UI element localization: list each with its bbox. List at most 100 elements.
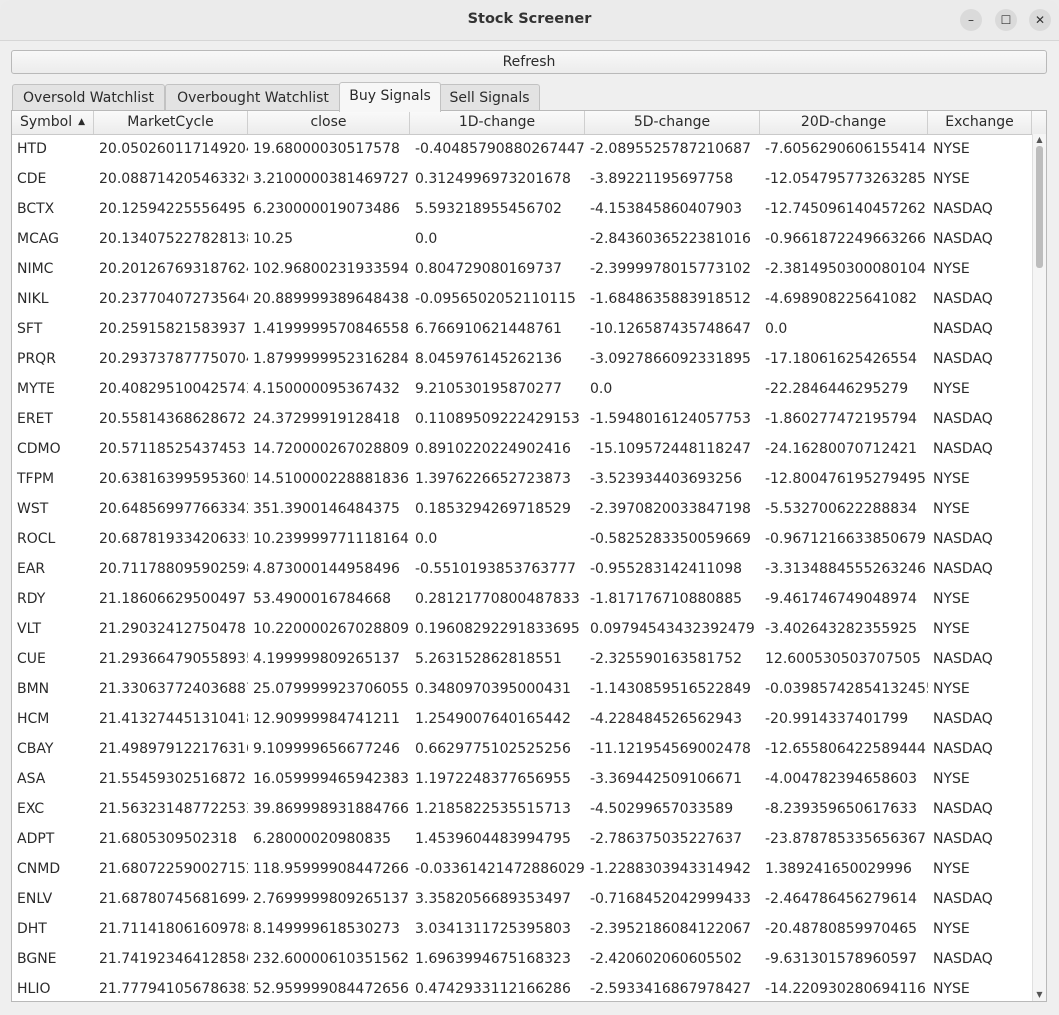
- cell-5d-change: -4.153845860407903: [590, 201, 743, 217]
- table-row[interactable]: ROCL 20.687819334206335 10.239999771118164…: [12, 524, 1032, 554]
- cell-20d-change: -2.464786456279614: [765, 891, 918, 907]
- cell-close: 12.90999984741211: [253, 711, 400, 727]
- cell-close: 351.3900146484375: [253, 501, 400, 517]
- cell-5d-change: -1.6848635883918512: [590, 291, 751, 307]
- cell-symbol: HLIO: [17, 981, 51, 997]
- cell-1d-change: 0.19608292291833695: [415, 621, 580, 637]
- cell-20d-change: -4.698908225641082: [765, 291, 918, 307]
- table-row[interactable]: NIKL 20.237704072735646 20.889999389648438…: [12, 284, 1032, 314]
- table-row[interactable]: PRQR 20.293737877750704 1.8799999952316284…: [12, 344, 1032, 374]
- cell-symbol: CNMD: [17, 861, 61, 877]
- table-row[interactable]: ENLV 21.687807456816994 2.7699999809265137…: [12, 884, 1032, 914]
- table-row[interactable]: HCM 21.413274451310418 12.90999984741211 1.…: [12, 704, 1032, 734]
- column-header-marketcycle[interactable]: MarketCycle: [94, 111, 248, 134]
- cell-symbol: CDMO: [17, 441, 61, 457]
- cell-symbol: ENLV: [17, 891, 53, 907]
- scroll-up-icon[interactable]: ▲: [1033, 134, 1046, 146]
- table-row[interactable]: HLIO 21.777941056786382 52.959999084472656…: [12, 974, 1032, 1001]
- cell-exchange: NASDAQ: [933, 711, 993, 727]
- cell-1d-change: 0.4742933112166286: [415, 981, 571, 997]
- table-row[interactable]: WST 20.648569977663342 351.3900146484375 0.…: [12, 494, 1032, 524]
- cell-close: 9.109999656677246: [253, 741, 400, 757]
- cell-1d-change: -0.5510193853763777: [415, 561, 576, 577]
- cell-exchange: NYSE: [933, 381, 970, 397]
- tab-buy-signals[interactable]: Buy Signals: [339, 82, 441, 112]
- minimize-icon[interactable]: –: [960, 9, 982, 31]
- cell-5d-change: -2.8436036522381016: [590, 231, 751, 247]
- cell-20d-change: -7.6056290606155414: [765, 141, 926, 157]
- refresh-button[interactable]: Refresh: [11, 50, 1047, 74]
- cell-symbol: WST: [17, 501, 49, 517]
- cell-20d-change: -8.239359650617633: [765, 801, 918, 817]
- cell-1d-change: 0.3124996973201678: [415, 171, 571, 187]
- table-row[interactable]: CUE 21.293664790558935 4.199999809265137 5.…: [12, 644, 1032, 674]
- column-header-1d-change[interactable]: 1D-change: [410, 111, 585, 134]
- cell-20d-change: -9.461746749048974: [765, 591, 918, 607]
- table-row[interactable]: BMN 21.330637724036887 25.079999923706055 0…: [12, 674, 1032, 704]
- window-title: Stock Screener: [467, 11, 592, 27]
- cell-close: 4.199999809265137: [253, 651, 400, 667]
- table-row[interactable]: CDE 20.088714205463326 3.2100000381469727 0…: [12, 164, 1032, 194]
- cell-20d-change: -1.860277472195794: [765, 411, 918, 427]
- table-row[interactable]: HTD 20.050260117149204 19.68000030517578 -0…: [12, 134, 1032, 164]
- cell-close: 6.28000020980835: [253, 831, 392, 847]
- table-row[interactable]: TFPM 20.638163995953605 14.510000228881836…: [12, 464, 1032, 494]
- maximize-icon[interactable]: ☐: [995, 9, 1017, 31]
- cell-1d-change: -0.033614214728860295: [415, 861, 585, 877]
- cell-5d-change: -4.50299657033589: [590, 801, 734, 817]
- cell-5d-change: -15.109572448118247: [590, 441, 751, 457]
- cell-1d-change: 1.2549007640165442: [415, 711, 571, 727]
- cell-1d-change: 3.0341311725395803: [415, 921, 571, 937]
- cell-5d-change: -1.817176710880885: [590, 591, 743, 607]
- table-row[interactable]: RDY 21.18606629500497 53.4900016784668 0.28…: [12, 584, 1032, 614]
- close-icon[interactable]: ✕: [1029, 9, 1051, 31]
- scrollbar-thumb[interactable]: [1036, 146, 1043, 268]
- cell-20d-change: -17.18061625426554: [765, 351, 918, 367]
- table-row[interactable]: ASA 21.55459302516872 16.059999465942383 1.…: [12, 764, 1032, 794]
- buy-signals-table: Symbol ▲ MarketCycle close 1D-change 5D-c…: [11, 110, 1047, 1002]
- cell-marketcycle: 21.680722590027152: [99, 861, 248, 877]
- cell-1d-change: -0.0956502052110115: [415, 291, 576, 307]
- column-header-symbol[interactable]: Symbol ▲: [12, 111, 94, 134]
- scroll-down-icon[interactable]: ▼: [1033, 989, 1046, 1001]
- cell-marketcycle: 20.55814368628672: [99, 411, 246, 427]
- cell-close: 10.239999771118164: [253, 531, 409, 547]
- table-row[interactable]: CBAY 21.498979122176316 9.109999656677246 0…: [12, 734, 1032, 764]
- cell-20d-change: 12.600530503707505: [765, 651, 921, 667]
- table-row[interactable]: CNMD 21.680722590027152 118.95999908447266…: [12, 854, 1032, 884]
- tab-overbought-watchlist[interactable]: Overbought Watchlist: [165, 84, 341, 111]
- table-row[interactable]: ADPT 21.6805309502318 6.28000020980835 1.45…: [12, 824, 1032, 854]
- column-header-20d-change[interactable]: 20D-change: [760, 111, 928, 134]
- table-row[interactable]: BCTX 20.12594225556495 6.230000019073486 5.…: [12, 194, 1032, 224]
- cell-20d-change: -12.655806422589444: [765, 741, 926, 757]
- cell-20d-change: -24.16280070712421: [765, 441, 918, 457]
- cell-5d-change: -1.5948016124057753: [590, 411, 751, 427]
- cell-20d-change: -23.878785335656367: [765, 831, 926, 847]
- column-header-exchange[interactable]: Exchange: [928, 111, 1032, 134]
- cell-1d-change: 9.210530195870277: [415, 381, 562, 397]
- cell-close: 52.959999084472656: [253, 981, 409, 997]
- cell-20d-change: -12.800476195279495: [765, 471, 926, 487]
- column-header-5d-change[interactable]: 5D-change: [585, 111, 760, 134]
- cell-close: 20.889999389648438: [253, 291, 409, 307]
- tab-sell-signals[interactable]: Sell Signals: [439, 84, 540, 111]
- cell-20d-change: -12.054795773263285: [765, 171, 926, 187]
- table-row[interactable]: EXC 21.563231487722533 39.869998931884766 1…: [12, 794, 1032, 824]
- table-row[interactable]: BGNE 21.741923464128586 232.60000610351562…: [12, 944, 1032, 974]
- table-row[interactable]: CDMO 20.57118525437453 14.720000267028809 0…: [12, 434, 1032, 464]
- tab-oversold-watchlist[interactable]: Oversold Watchlist: [12, 84, 165, 111]
- cell-exchange: NASDAQ: [933, 231, 993, 247]
- column-header-close[interactable]: close: [248, 111, 410, 134]
- table-row[interactable]: SFT 20.25915821583937 1.4199999570846558 6.…: [12, 314, 1032, 344]
- cell-exchange: NASDAQ: [933, 321, 993, 337]
- cell-exchange: NYSE: [933, 171, 970, 187]
- cell-close: 25.079999923706055: [253, 681, 409, 697]
- table-row[interactable]: NIMC 20.201267693187624 102.96800231933594…: [12, 254, 1032, 284]
- table-row[interactable]: MCAG 20.134075227828138 10.25 0.0 -2.8436036…: [12, 224, 1032, 254]
- table-row[interactable]: DHT 21.711418061609788 8.149999618530273 3.…: [12, 914, 1032, 944]
- table-row[interactable]: EAR 20.711788095902598 4.873000144958496 -0…: [12, 554, 1032, 584]
- table-row[interactable]: VLT 21.29032412750478 10.220000267028809 0.…: [12, 614, 1032, 644]
- table-row[interactable]: MYTE 20.408295100425743 4.150000095367432 9…: [12, 374, 1032, 404]
- vertical-scrollbar[interactable]: ▲ ▼: [1032, 134, 1046, 1001]
- table-row[interactable]: ERET 20.55814368628672 24.37299919128418 0.…: [12, 404, 1032, 434]
